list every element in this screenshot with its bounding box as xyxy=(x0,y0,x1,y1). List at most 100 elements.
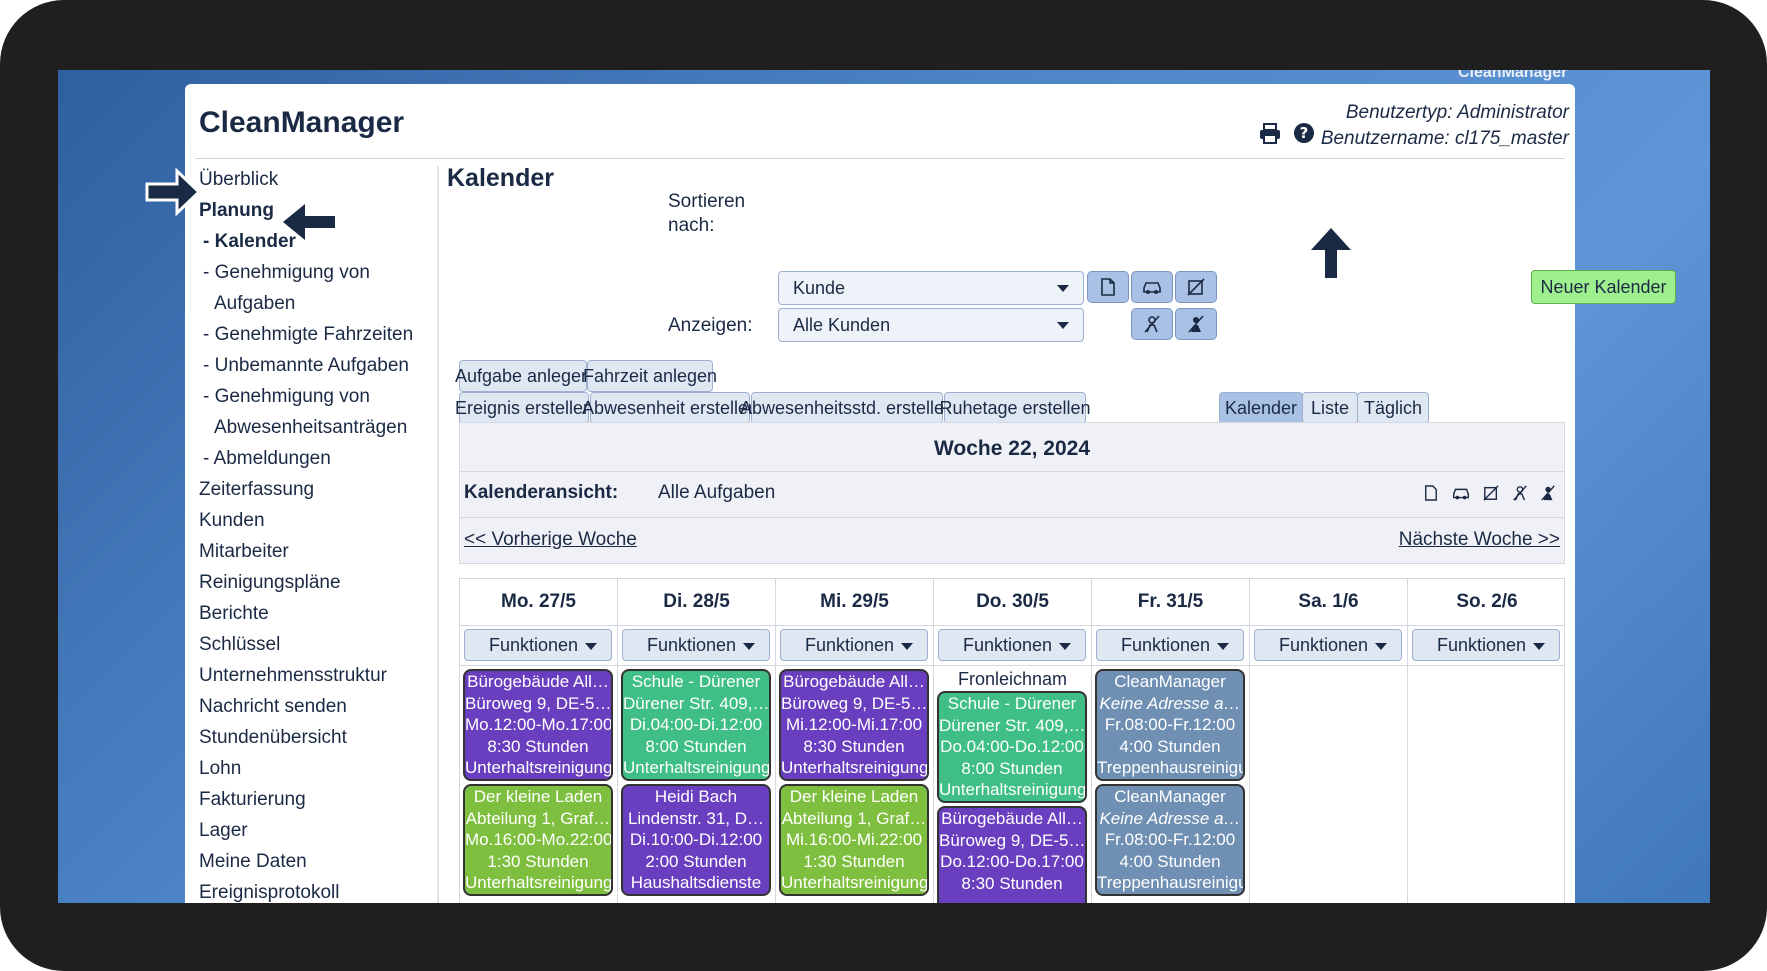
sidebar-item-zeiterfassung[interactable]: Zeiterfassung xyxy=(199,474,439,505)
view-tab-calendar[interactable]: Kalender xyxy=(1219,392,1303,424)
sidebar-item-kunden[interactable]: Kunden xyxy=(199,505,439,536)
sidebar-item-reinigungsplaene[interactable]: Reinigungspläne xyxy=(199,567,439,598)
column-divider xyxy=(460,665,617,666)
task-card[interactable]: CleanManager Keine Adresse a… Fr.08:00-F… xyxy=(1095,784,1245,896)
calendar-view-value: Alle Aufgaben xyxy=(658,482,776,503)
task-card[interactable]: Schule - Dürener Dürener Str. 409,… Di.0… xyxy=(621,669,771,781)
functions-label: Funktionen xyxy=(647,635,737,655)
task-time: Di.10:00-Di.12:00 xyxy=(629,830,763,849)
chevron-down-icon xyxy=(1533,643,1545,650)
functions-dropdown[interactable]: Funktionen xyxy=(1096,629,1244,661)
header-divider xyxy=(195,158,1565,159)
car-icon xyxy=(1143,282,1161,294)
print-icon[interactable] xyxy=(1259,122,1281,149)
arrow-left-icon xyxy=(283,204,335,240)
sidebar-item-lager[interactable]: Lager xyxy=(199,815,439,846)
task-address: Büroweg 9, DE-5… xyxy=(939,830,1085,850)
task-title: Schule - Dürener xyxy=(631,672,761,691)
sort-select[interactable]: Kunde xyxy=(778,271,1084,305)
view-tab-daily[interactable]: Täglich xyxy=(1357,392,1429,424)
task-address: Lindenstr. 31, D… xyxy=(627,808,765,828)
task-card[interactable]: Der kleine Laden Abteilung 1, Graf… Mo.1… xyxy=(463,784,613,896)
create-drive-time-button[interactable]: Fahrzeit anlegen xyxy=(583,360,717,392)
functions-dropdown[interactable]: Funktionen xyxy=(464,629,612,661)
functions-dropdown[interactable]: Funktionen xyxy=(1412,629,1560,661)
sidebar-item-ueberblick[interactable]: Überblick xyxy=(199,164,439,195)
sidebar-item-genehmigung-aufgaben-cont[interactable]: Aufgaben xyxy=(199,288,439,319)
no-person-filter-button[interactable] xyxy=(1131,308,1173,340)
task-address: Abteilung 1, Graf… xyxy=(781,808,927,828)
sidebar-item-ereignisprotokoll[interactable]: Ereignisprotokoll xyxy=(199,877,439,903)
next-week-link[interactable]: Nächste Woche >> xyxy=(1399,529,1560,551)
sidebar-item-berichte[interactable]: Berichte xyxy=(199,598,439,629)
sidebar-item-genehmigung-abwesenheit-cont[interactable]: Abwesenheitsanträgen xyxy=(199,412,439,443)
task-hours: 8:30 Stunden xyxy=(803,736,905,756)
chevron-down-icon xyxy=(585,643,597,650)
task-address: Dürener Str. 409,… xyxy=(623,693,769,713)
create-absence-button[interactable]: Abwesenheit erstellen xyxy=(582,392,758,424)
task-card[interactable]: CleanManager Keine Adresse a… Fr.08:00-F… xyxy=(1095,669,1245,781)
day-header: Do. 30/5 xyxy=(934,579,1091,626)
task-card[interactable]: Bürogebäude All… Büroweg 9, DE-5… Mi.12:… xyxy=(779,669,929,781)
arrow-up-icon xyxy=(1311,228,1351,278)
sidebar-item-stundenuebersicht[interactable]: Stundenübersicht xyxy=(199,722,439,753)
create-task-button[interactable]: Aufgabe anlegen xyxy=(455,360,591,392)
sidebar-item-unternehmensstruktur[interactable]: Unternehmensstruktur xyxy=(199,660,439,691)
create-absence-hours-button[interactable]: Abwesenheitsstd. erstellen xyxy=(740,392,954,424)
svg-text:?: ? xyxy=(1300,124,1309,142)
task-type: Treppenhausreinigu xyxy=(1097,758,1243,777)
task-hours: 4:00 Stunden xyxy=(1119,736,1221,756)
no-absence-filter-button[interactable] xyxy=(1175,308,1217,340)
arrow-right-icon xyxy=(145,168,201,216)
task-title: Bürogebäude All… xyxy=(941,809,1083,828)
document-filter-button[interactable] xyxy=(1087,271,1129,303)
app-title: CleanManager xyxy=(199,106,405,139)
calendar-view-label: Kalenderansicht: xyxy=(464,482,619,503)
view-tab-list[interactable]: Liste xyxy=(1302,392,1358,424)
task-hours: 2:00 Stunden xyxy=(645,851,747,871)
help-icon[interactable]: ? xyxy=(1293,122,1315,149)
sidebar-item-meine-daten[interactable]: Meine Daten xyxy=(199,846,439,877)
functions-dropdown[interactable]: Funktionen xyxy=(780,629,928,661)
show-select-value: Alle Kunden xyxy=(793,315,891,335)
functions-dropdown[interactable]: Funktionen xyxy=(622,629,770,661)
sidebar-item-genehmigte-fahrzeiten[interactable]: - Genehmigte Fahrzeiten xyxy=(199,319,439,350)
task-card[interactable]: Der kleine Laden Abteilung 1, Graf… Mi.1… xyxy=(779,784,929,896)
new-calendar-button[interactable]: Neuer Kalender xyxy=(1531,270,1676,304)
task-time: Do.12:00-Do.17:00 xyxy=(940,852,1084,871)
sidebar-item-schluessel[interactable]: Schlüssel xyxy=(199,629,439,660)
task-card[interactable]: Bürogebäude All… Büroweg 9, DE-5… Mo.12:… xyxy=(463,669,613,781)
panel-divider xyxy=(460,517,1564,518)
show-label: Anzeigen: xyxy=(668,315,753,336)
task-title: Bürogebäude All… xyxy=(467,672,609,691)
show-select[interactable]: Alle Kunden xyxy=(778,308,1084,342)
sidebar-item-fakturierung[interactable]: Fakturierung xyxy=(199,784,439,815)
task-type: Unterhaltsreinigung xyxy=(465,758,611,777)
sidebar-item-lohn[interactable]: Lohn xyxy=(199,753,439,784)
no-task-filter-button[interactable] xyxy=(1175,271,1217,303)
functions-dropdown[interactable]: Funktionen xyxy=(1254,629,1402,661)
sidebar-item-genehmigung-aufgaben[interactable]: - Genehmigung von xyxy=(199,257,439,288)
week-title: Woche 22, 2024 xyxy=(933,437,1091,460)
task-time: Mi.16:00-Mi.22:00 xyxy=(785,830,923,849)
sidebar-item-nachricht-senden[interactable]: Nachricht senden xyxy=(199,691,439,722)
task-card[interactable]: Bürogebäude All… Büroweg 9, DE-5… Do.12:… xyxy=(937,806,1087,903)
task-card[interactable]: Schule - Dürener Dürener Str. 409,… Do.0… xyxy=(937,691,1087,803)
sidebar-item-abmeldungen[interactable]: - Abmeldungen xyxy=(199,443,439,474)
sidebar-item-mitarbeiter[interactable]: Mitarbeiter xyxy=(199,536,439,567)
functions-label: Funktionen xyxy=(1437,635,1527,655)
previous-week-link[interactable]: << Vorherige Woche xyxy=(464,529,637,551)
document-icon xyxy=(1101,278,1115,296)
view-filter-icons xyxy=(1424,485,1556,506)
car-filter-button[interactable] xyxy=(1131,271,1173,303)
functions-label: Funktionen xyxy=(1121,635,1211,655)
sidebar-item-unbemannte-aufgaben[interactable]: - Unbemannte Aufgaben xyxy=(199,350,439,381)
task-title: Der kleine Laden xyxy=(473,787,603,806)
task-card[interactable]: Heidi Bach Lindenstr. 31, D… Di.10:00-Di… xyxy=(621,784,771,896)
sidebar-item-genehmigung-abwesenheit[interactable]: - Genehmigung von xyxy=(199,381,439,412)
create-rest-days-button[interactable]: Ruhetage erstellen xyxy=(939,392,1091,424)
create-event-button[interactable]: Ereignis erstellen xyxy=(455,392,593,424)
day-header: Mo. 27/5 xyxy=(460,579,617,626)
task-time: Fr.08:00-Fr.12:00 xyxy=(1104,830,1236,849)
functions-dropdown[interactable]: Funktionen xyxy=(938,629,1086,661)
